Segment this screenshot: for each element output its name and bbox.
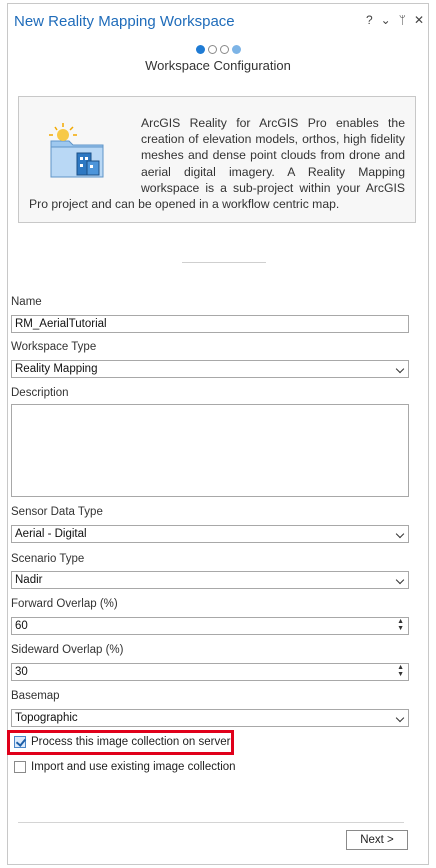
spin-up-icon[interactable]: ▲ — [397, 618, 404, 625]
basemap-select[interactable]: Topographic — [11, 709, 409, 727]
scenario-type-value: Nadir — [15, 574, 43, 586]
title-bar: New Reality Mapping Workspace ? ⌄ ᛘ ✕ — [8, 4, 428, 36]
spin-down-icon[interactable]: ▼ — [397, 625, 404, 632]
description-label: Description — [11, 387, 69, 399]
spin-down-icon[interactable]: ▼ — [397, 671, 404, 678]
scenario-type-select[interactable]: Nadir — [11, 571, 409, 589]
wizard-progress: Workspace Configuration — [8, 44, 428, 73]
footer-divider — [18, 822, 404, 823]
help-icon[interactable]: ? — [366, 13, 373, 27]
chevron-down-icon[interactable]: ⌄ — [381, 13, 391, 27]
spin-up-icon[interactable]: ▲ — [397, 664, 404, 671]
info-box: ArcGIS Reality for ArcGIS Pro enables th… — [18, 96, 416, 223]
highlight-box — [7, 730, 234, 755]
scenario-type-label: Scenario Type — [11, 553, 85, 565]
sensor-data-type-label: Sensor Data Type — [11, 506, 103, 518]
sensor-data-type-value: Aerial - Digital — [15, 528, 87, 540]
workspace-type-value: Reality Mapping — [15, 363, 98, 375]
step-title: Workspace Configuration — [145, 58, 291, 73]
import-existing-checkbox[interactable] — [14, 761, 26, 773]
description-input[interactable] — [11, 404, 409, 497]
basemap-value: Topographic — [15, 712, 78, 724]
forward-overlap-value: 60 — [15, 620, 28, 632]
close-icon[interactable]: ✕ — [414, 13, 424, 27]
forward-overlap-spin[interactable]: ▲ ▼ — [397, 618, 404, 632]
import-existing-option[interactable]: Import and use existing image collection — [14, 761, 236, 773]
sideward-overlap-stepper[interactable]: 30 ▲ ▼ — [11, 663, 409, 681]
forward-overlap-label: Forward Overlap (%) — [11, 598, 118, 610]
next-button[interactable]: Next > — [346, 830, 408, 850]
info-text-wrap: ArcGIS Reality for ArcGIS Pro enables th… — [29, 115, 405, 212]
workspace-type-label: Workspace Type — [11, 341, 97, 353]
workspace-type-select[interactable]: Reality Mapping — [11, 360, 409, 378]
divider — [182, 262, 266, 263]
name-label: Name — [11, 296, 42, 308]
sensor-data-type-select[interactable]: Aerial - Digital — [11, 525, 409, 543]
pin-icon[interactable]: ᛘ — [399, 13, 406, 27]
sideward-overlap-spin[interactable]: ▲ ▼ — [397, 664, 404, 678]
title-controls: ? ⌄ ᛘ ✕ — [366, 13, 424, 27]
step-dot-2 — [207, 44, 217, 54]
pane-title: New Reality Mapping Workspace — [14, 13, 235, 30]
sideward-overlap-value: 30 — [15, 666, 28, 678]
sideward-overlap-label: Sideward Overlap (%) — [11, 644, 124, 656]
name-field[interactable]: RM_AerialTutorial — [11, 315, 409, 333]
basemap-label: Basemap — [11, 690, 60, 702]
forward-overlap-stepper[interactable]: 60 ▲ ▼ — [11, 617, 409, 635]
import-existing-label: Import and use existing image collection — [31, 761, 236, 773]
step-dots — [8, 44, 428, 54]
step-dot-4 — [231, 44, 241, 54]
step-dot-3 — [219, 44, 229, 54]
step-dot-1 — [195, 44, 205, 54]
